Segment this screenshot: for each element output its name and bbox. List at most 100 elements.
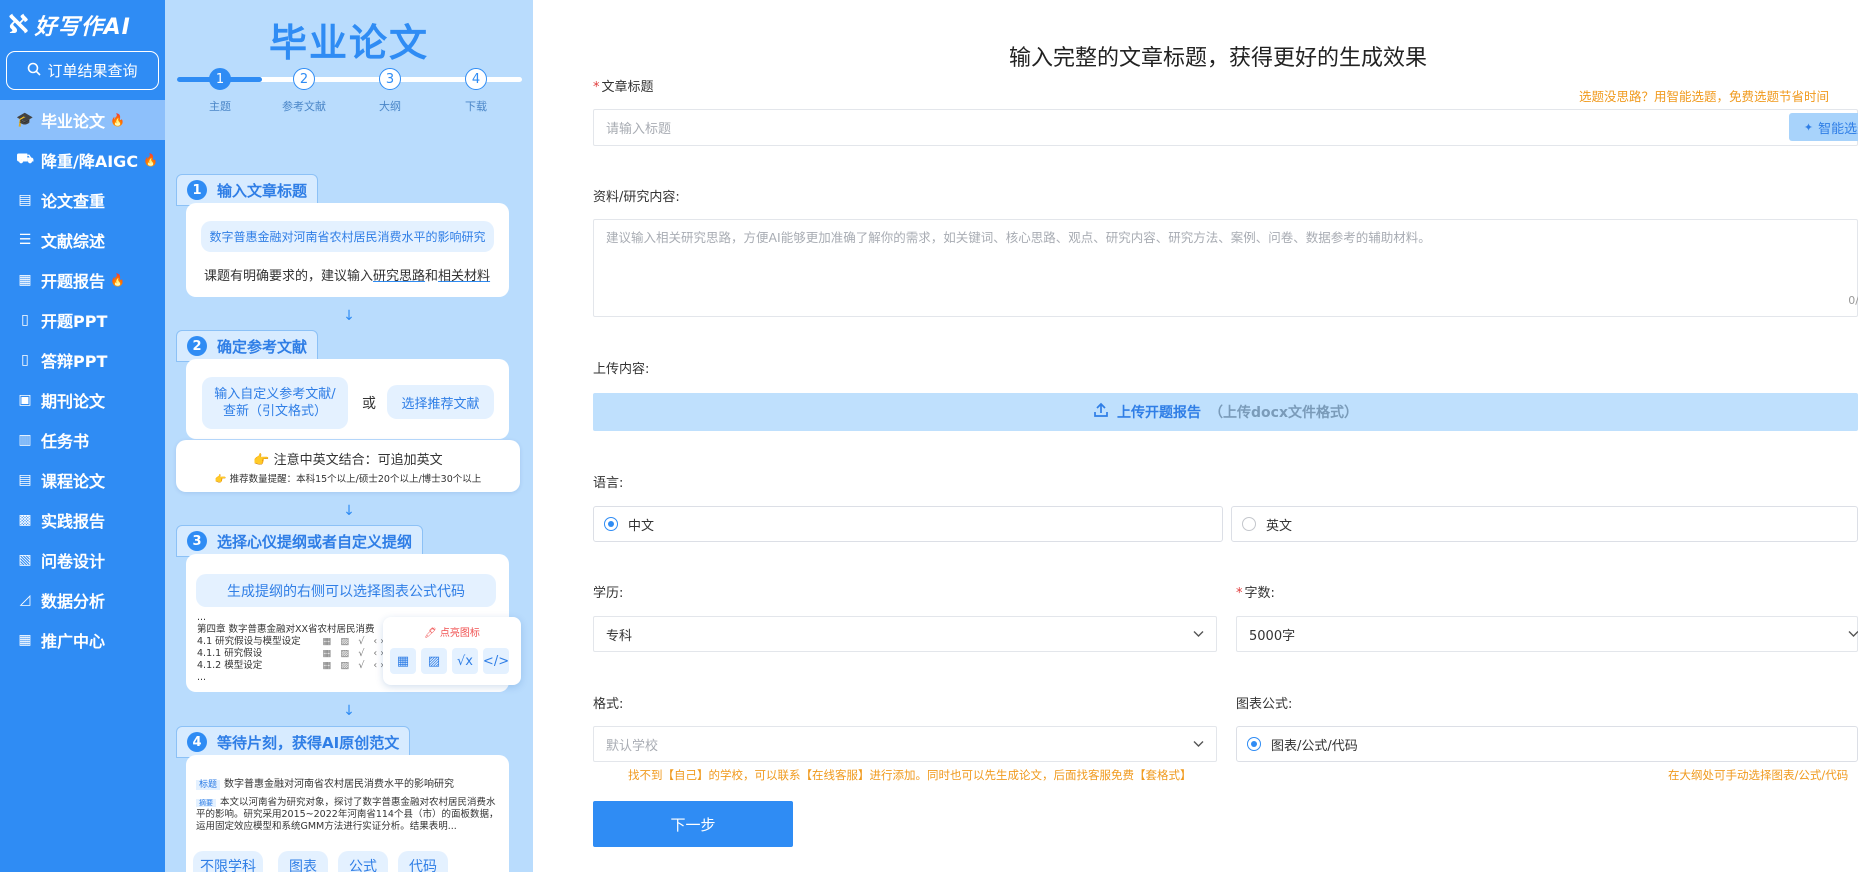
title-label: * 文章标题 — [593, 76, 654, 95]
title-input[interactable]: 请输入标题 ✦ 智能选题 — [593, 109, 1858, 146]
words-select[interactable]: 5000字 — [1236, 616, 1858, 652]
outline-line-text: 4.1.1 研究假设 — [197, 648, 263, 659]
language-zh-label: 中文 — [628, 518, 655, 534]
section-1-title: 输入文章标题 — [217, 181, 308, 200]
sidebar-item-3[interactable]: ☰ 文献综述 — [0, 220, 165, 260]
fire-icon: 🔥 — [143, 153, 159, 167]
material-placeholder: 建议输入相关研究思路，方便AI能够更加准确了解你的需求，如关键词、核心思路、观点… — [606, 230, 1431, 245]
sidebar-item-label: 实践报告 — [41, 512, 106, 531]
sidebar-item-4[interactable]: ▦ 开题报告 🔥 — [0, 260, 165, 300]
upload-icon — [1093, 402, 1109, 422]
search-icon — [27, 62, 42, 80]
outline-line: 4.1.1 研究假设 ▦ ▨ √ ‹› — [197, 648, 387, 660]
sidebar-item-label: 开题报告 — [41, 272, 106, 291]
section-1-card: 数字普惠金融对河南省农村居民消费水平的影响研究 课题有明确要求的，建议输入研究思… — [186, 203, 509, 297]
radio-zh[interactable] — [604, 517, 618, 531]
book-icon: ▯ — [21, 352, 29, 368]
next-step-label: 下一步 — [670, 815, 716, 834]
sidebar-item-7[interactable]: ▣ 期刊论文 — [0, 380, 165, 420]
image-icon: ▨ — [421, 648, 447, 674]
words-value: 5000字 — [1249, 628, 1296, 644]
sidebar-item-10[interactable]: ▩ 实践报告 — [0, 500, 165, 540]
sidebar-item-9[interactable]: ▤ 课程论文 — [0, 460, 165, 500]
title-input-placeholder: 请输入标题 — [606, 122, 672, 137]
sidebar-item-13[interactable]: ▦ 推广中心 — [0, 620, 165, 660]
sidebar-item-11[interactable]: ▧ 问卷设计 — [0, 540, 165, 580]
sidebar-item-0[interactable]: 🎓 毕业论文 🔥 — [0, 100, 165, 140]
section-2-custom: 输入自定义参考文献/查新（引文格式） — [202, 377, 348, 429]
chart-formula-option[interactable]: 图表/公式/代码 — [1236, 726, 1858, 762]
section-3-tag: 3 选择心仪提纲或者自定义提纲 — [176, 525, 424, 557]
outline-line-icons: ▦ ▨ √ ‹› — [322, 648, 387, 659]
radio-chart-formula[interactable] — [1247, 737, 1261, 751]
format-placeholder: 默认学校 — [606, 738, 659, 754]
sidebar-item-label: 问卷设计 — [41, 552, 106, 571]
next-step-button[interactable]: 下一步 — [593, 801, 793, 847]
section-2-title: 确定参考文献 — [217, 337, 308, 356]
bus-icon: ⛟ — [16, 151, 34, 167]
section-4-abstract-tag: 摘要 — [196, 799, 216, 807]
section-3-title: 选择心仪提纲或者自定义提纲 — [217, 532, 413, 551]
formula-icon: √x — [452, 648, 478, 674]
sidebar-item-2[interactable]: ▤ 论文查重 — [0, 180, 165, 220]
outline-line-icons: ▦ ▨ √ ‹› — [322, 636, 387, 647]
sidebar-item-12[interactable]: ◿ 数据分析 — [0, 580, 165, 620]
material-label: 资料/研究内容: — [593, 190, 680, 205]
language-option-en[interactable]: 英文 — [1231, 506, 1858, 542]
education-label: 学历: — [593, 586, 624, 601]
logo[interactable]: ℵ 好写作AI — [8, 8, 131, 42]
section-2-number: 2 — [187, 336, 207, 356]
sidebar-item-label: 课程论文 — [41, 472, 106, 491]
grid-icon: ▦ — [18, 632, 32, 648]
sidebar-item-label: 开题PPT — [41, 312, 108, 331]
outline-line: ... — [197, 672, 387, 684]
toolbar-popover: 🖊 点亮图标 ▦ ▨ √x </> — [383, 617, 521, 685]
sidebar: ℵ 好写作AI 订单结果查询 🎓 毕业论文 🔥 ⛟ 降重/降AIGC 🔥 ▤ 论文查重 ☰ 文献综… — [0, 0, 165, 872]
sidebar-item-5[interactable]: ▯ 开题PPT — [0, 300, 165, 340]
section-4-number: 4 — [187, 732, 207, 752]
arrow-down-icon: ↓ — [343, 308, 355, 324]
section-2-tip-title: 👉 注意中英文结合：可追加英文 — [253, 453, 443, 468]
sidebar-nav: 🎓 毕业论文 🔥 ⛟ 降重/降AIGC 🔥 ▤ 论文查重 ☰ 文献综述 ▦ 开题报告 🔥 ▯ 开题PPT ▯ 答… — [0, 100, 165, 660]
language-option-zh[interactable]: 中文 — [593, 506, 1223, 542]
survey-icon: ▧ — [18, 552, 32, 568]
report-icon: ▦ — [18, 272, 32, 288]
chevron-down-icon — [1193, 738, 1204, 751]
education-select[interactable]: 专科 — [593, 616, 1217, 652]
outline-preview: ... 第四章 数字普惠金融对XX省农村居民消费 4.1 研究假设与模型设定 ▦ ▨ … — [197, 612, 387, 684]
journal-icon: ▣ — [18, 392, 32, 408]
app-root: ℵ 好写作AI 订单结果查询 🎓 毕业论文 🔥 ⛟ 降重/降AIGC 🔥 ▤ 论文查重 ☰ 文献综… — [0, 0, 1858, 872]
chevron-down-icon — [1193, 628, 1204, 641]
upload-proposal-button[interactable]: 上传开题报告 （上传docx文件格式） — [593, 393, 1858, 431]
list-icon: ☰ — [18, 232, 32, 248]
smart-topic-button[interactable]: ✦ 智能选题 — [1789, 113, 1858, 141]
section-4-title: 等待片刻，获得AI原创范文 — [217, 733, 400, 752]
step-label-4: 下载 — [465, 100, 487, 113]
chart-icon: ◿ — [19, 592, 31, 608]
radio-en[interactable] — [1242, 517, 1256, 531]
material-textarea[interactable]: 建议输入相关研究思路，方便AI能够更加准确了解你的需求，如关键词、核心思路、观点… — [593, 219, 1858, 317]
format-label: 格式: — [593, 697, 624, 712]
sidebar-item-label: 文献综述 — [41, 232, 106, 251]
practice-icon: ▩ — [18, 512, 32, 528]
outline-line-text: 4.1 研究假设与模型设定 — [197, 636, 301, 647]
language-en-label: 英文 — [1266, 518, 1293, 534]
sidebar-item-6[interactable]: ▯ 答辩PPT — [0, 340, 165, 380]
section-3-banner: 生成提纲的右侧可以选择图表公式代码 — [196, 574, 496, 607]
section-2-or: 或 — [362, 396, 376, 412]
book-icon: ▯ — [21, 312, 29, 328]
section-4-title-text: 数字普惠金融对河南省农村居民消费水平的影响研究 — [224, 779, 455, 790]
sidebar-item-label: 论文查重 — [41, 192, 106, 211]
sidebar-item-8[interactable]: ▥ 任务书 — [0, 420, 165, 460]
section-1-number: 1 — [187, 180, 207, 200]
material-counter: 0/1500 — [1848, 294, 1858, 307]
section-1-note: 课题有明确要求的，建议输入研究思路和相关材料 — [204, 265, 490, 284]
section-4-tag: 4 等待片刻，获得AI原创范文 — [176, 726, 411, 758]
order-query-button[interactable]: 订单结果查询 — [6, 51, 159, 90]
format-select[interactable]: 默认学校 — [593, 726, 1217, 762]
outline-line: 4.1.2 模型设定 ▦ ▨ √ ‹› — [197, 660, 387, 672]
sidebar-item-1[interactable]: ⛟ 降重/降AIGC 🔥 — [0, 140, 165, 180]
outline-line-text: ... — [197, 612, 207, 623]
section-1-note-b: 相关材料 — [438, 269, 491, 284]
pill-discipline: 不限学科 — [193, 851, 263, 872]
